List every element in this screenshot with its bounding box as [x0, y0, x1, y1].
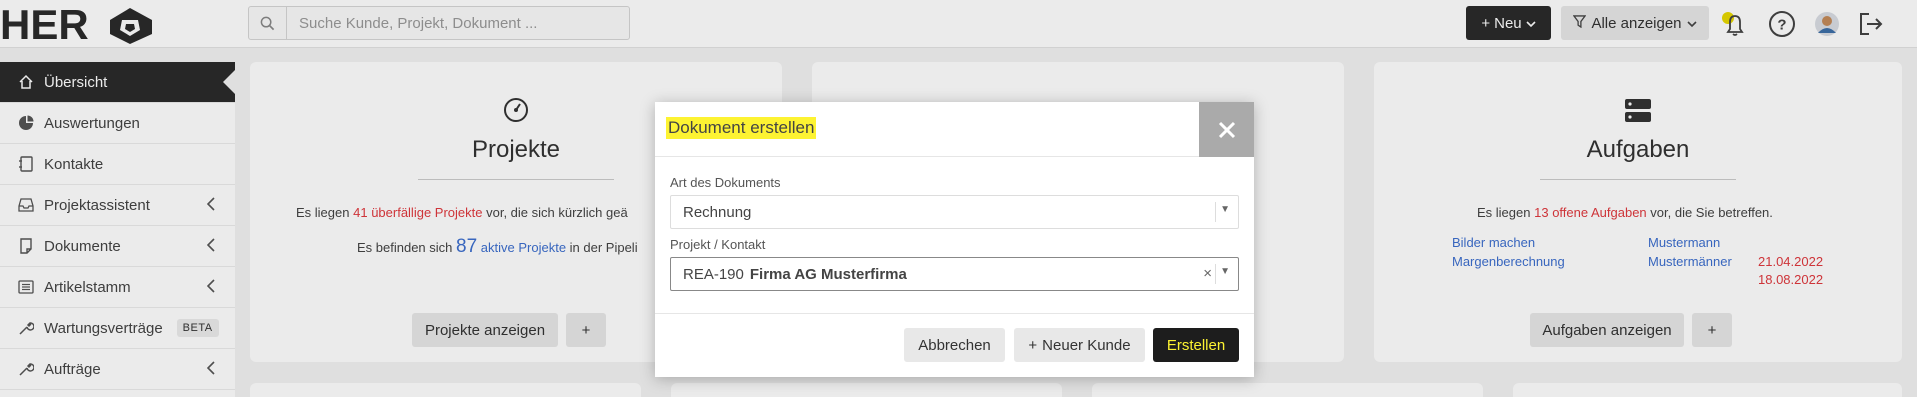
project-contact-select[interactable]: REA-190 Firma AG Musterfirma × ▼ [670, 257, 1239, 291]
project-contact-label: Projekt / Kontakt [670, 237, 766, 252]
chevron-down-icon: ▼ [1220, 204, 1230, 215]
modal-title: Dokument erstellen [666, 117, 817, 139]
chevron-down-icon: ▼ [1220, 266, 1230, 277]
close-button[interactable] [1199, 102, 1254, 157]
create-button[interactable]: Erstellen [1153, 328, 1239, 362]
divider [1215, 264, 1216, 284]
new-customer-button[interactable]: + Neuer Kunde [1014, 328, 1145, 362]
plus-icon: + [1028, 336, 1038, 354]
document-type-select[interactable]: Rechnung ▼ [670, 195, 1239, 229]
divider [1215, 202, 1216, 222]
close-icon [1218, 121, 1235, 138]
clear-icon[interactable]: × [1203, 265, 1212, 282]
create-document-modal: Dokument erstellen Art des Dokuments Rec… [655, 102, 1254, 377]
project-name: Firma AG Musterfirma [749, 265, 907, 283]
modal-header: Dokument erstellen [655, 102, 1254, 157]
project-code: REA-190 [683, 265, 744, 283]
document-type-label: Art des Dokuments [670, 175, 781, 190]
document-type-value: Rechnung [683, 203, 752, 221]
cancel-button[interactable]: Abbrechen [904, 328, 1005, 362]
new-customer-label: Neuer Kunde [1042, 336, 1131, 354]
modal-footer-divider [655, 313, 1254, 314]
